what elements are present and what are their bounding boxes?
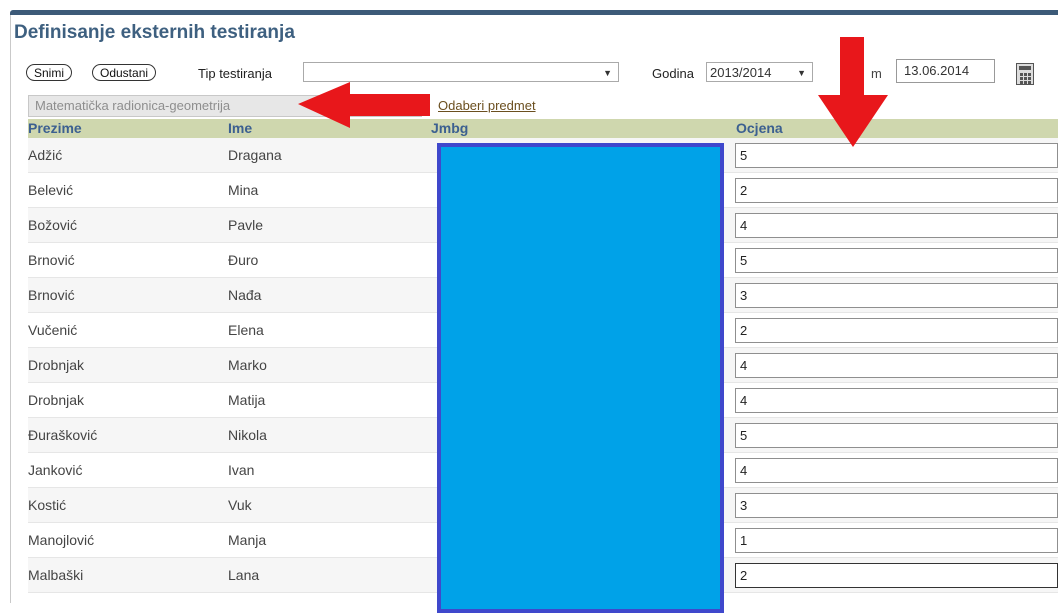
- cell-ime: Manja: [228, 532, 267, 548]
- cell-prezime: Brnović: [28, 287, 75, 303]
- cell-ime: Đuro: [228, 252, 259, 268]
- grade-input[interactable]: 5: [735, 143, 1058, 168]
- cell-prezime: Đurašković: [28, 427, 98, 443]
- header-ocjena[interactable]: Ocjena: [736, 120, 783, 136]
- cancel-button[interactable]: Odustani: [92, 64, 157, 81]
- header-prezime[interactable]: Prezime: [28, 120, 82, 136]
- cell-prezime: Božović: [28, 217, 78, 233]
- cell-ime: Marko: [228, 357, 267, 373]
- choose-subject-link[interactable]: Odaberi predmet: [438, 98, 536, 113]
- header-jmbg[interactable]: Jmbg: [431, 120, 468, 136]
- cell-prezime: Kostić: [28, 497, 67, 513]
- test-type-select[interactable]: ▼: [303, 62, 619, 82]
- year-value: 2013/2014: [710, 65, 772, 80]
- cell-prezime: Vučenić: [28, 322, 78, 338]
- annotation-arrow-down-icon: [818, 37, 888, 147]
- grade-input[interactable]: 3: [735, 283, 1058, 308]
- cell-ime: Nikola: [228, 427, 267, 443]
- grade-input[interactable]: 4: [735, 213, 1058, 238]
- cell-prezime: Adžić: [28, 147, 63, 163]
- cell-prezime: Janković: [28, 462, 83, 478]
- grade-input[interactable]: 2: [735, 178, 1058, 203]
- header-ime[interactable]: Ime: [228, 120, 252, 136]
- page-title: Definisanje eksternih testiranja: [14, 22, 295, 43]
- grade-input[interactable]: 2: [735, 318, 1058, 343]
- cell-ime: Nađa: [228, 287, 262, 303]
- year-select[interactable]: 2013/2014 ▼: [706, 62, 813, 82]
- test-type-label: Tip testiranja: [198, 66, 272, 81]
- cell-ime: Matija: [228, 392, 266, 408]
- grade-input[interactable]: 3: [735, 493, 1058, 518]
- redaction-box: [437, 143, 724, 613]
- grade-input[interactable]: 2: [735, 563, 1058, 588]
- cell-prezime: Malbaški: [28, 567, 84, 583]
- date-input[interactable]: 13.06.2014: [896, 59, 995, 83]
- cell-prezime: Manojlović: [28, 532, 95, 548]
- grade-input[interactable]: 5: [735, 248, 1058, 273]
- cell-prezime: Drobnjak: [28, 392, 85, 408]
- cell-ime: Dragana: [228, 147, 282, 163]
- grade-input[interactable]: 4: [735, 458, 1058, 483]
- cell-ime: Vuk: [228, 497, 252, 513]
- grade-input[interactable]: 5: [735, 423, 1058, 448]
- cell-ime: Mina: [228, 182, 259, 198]
- cell-ime: Ivan: [228, 462, 255, 478]
- cell-ime: Lana: [228, 567, 260, 583]
- grade-input[interactable]: 1: [735, 528, 1058, 553]
- grade-input[interactable]: 4: [735, 353, 1058, 378]
- calendar-icon[interactable]: [1016, 63, 1034, 85]
- dropdown-arrow-icon: ▼: [603, 68, 612, 78]
- cell-ime: Pavle: [228, 217, 264, 233]
- cell-prezime: Brnović: [28, 252, 75, 268]
- save-button[interactable]: Snimi: [26, 64, 73, 81]
- annotation-arrow-left-icon: [298, 82, 430, 128]
- cell-prezime: Belević: [28, 182, 74, 198]
- cell-ime: Elena: [228, 322, 264, 338]
- dropdown-arrow-icon: ▼: [797, 68, 806, 78]
- cell-prezime: Drobnjak: [28, 357, 85, 373]
- grade-input[interactable]: 4: [735, 388, 1058, 413]
- year-label: Godina: [652, 66, 694, 81]
- table-header: Prezime Ime Jmbg Ocjena: [28, 119, 1058, 138]
